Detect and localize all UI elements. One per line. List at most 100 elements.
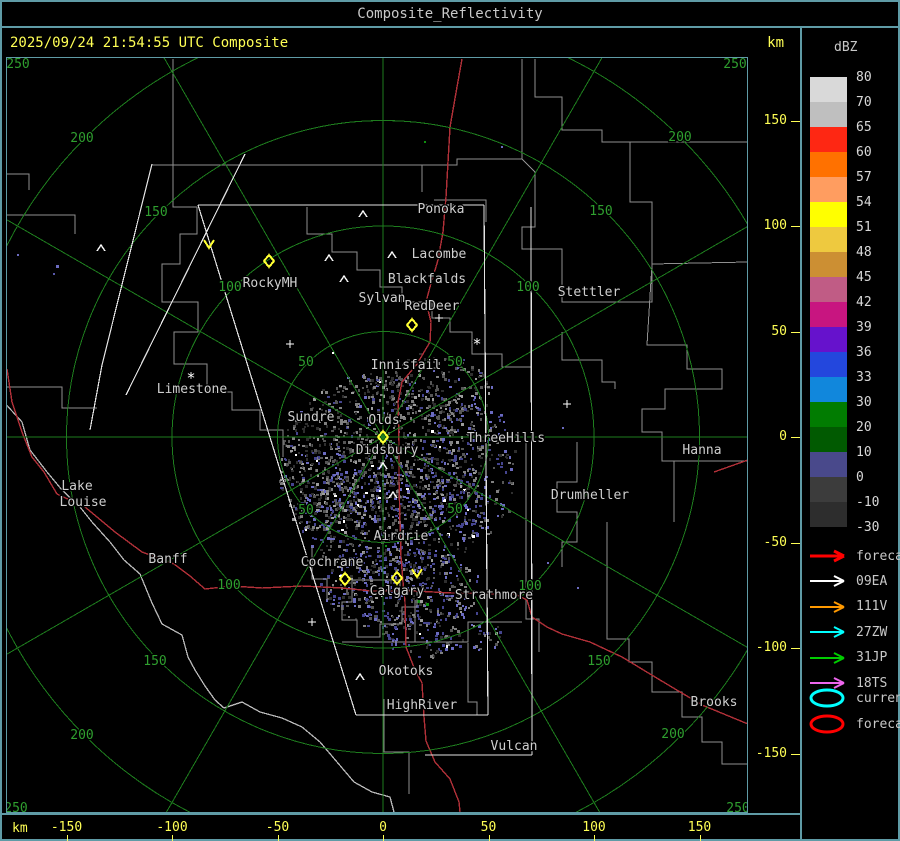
- colorbar-label: 20: [856, 420, 872, 435]
- colorbar-block: [810, 177, 847, 202]
- colorbar-block: [810, 452, 847, 477]
- city-label: Blackfalds: [388, 272, 466, 287]
- caret-marker-icon: [387, 250, 397, 259]
- bottom-axis-tick: [66, 835, 68, 841]
- legend-row: 31JP: [808, 648, 887, 668]
- colorbar-block: [810, 477, 847, 502]
- map-boundary-line: [525, 432, 540, 652]
- radar-site-diamond-icon: [405, 317, 419, 333]
- right-axis-tick: [791, 753, 800, 755]
- colorbar-label: 39: [856, 320, 872, 335]
- bottom-axis-tick: [383, 835, 384, 841]
- map-boundary-line: [641, 263, 747, 462]
- city-label: Lake: [61, 479, 92, 494]
- map-boundary-line: [152, 59, 523, 166]
- range-ring-label: 100: [218, 280, 241, 295]
- map-boundary-line: [383, 699, 410, 794]
- colorbar-block: [810, 202, 847, 227]
- title-bar: Composite_Reflectivity: [2, 2, 898, 28]
- city-label: Olds: [368, 413, 399, 428]
- city-label: Louise: [60, 495, 107, 510]
- colorbar-block: [810, 102, 847, 127]
- city-label: HighRiver: [387, 698, 458, 713]
- city-label: Banff: [148, 552, 187, 567]
- right-axis-tick-label: -50: [763, 534, 787, 550]
- right-axis-tick: [791, 437, 800, 438]
- colorbar-label: 60: [856, 145, 872, 160]
- legend-arrow-icon: [810, 651, 845, 664]
- city-label: Cochrane: [301, 555, 364, 570]
- bottom-axis-tick: [277, 835, 279, 841]
- range-ring-label: 100: [516, 280, 539, 295]
- legend-row: 111V: [808, 597, 887, 617]
- city-label: Lacombe: [412, 247, 467, 262]
- map-header: 2025/09/24 21:54:55 UTC Composite km: [2, 28, 800, 57]
- range-ring-label: 150: [589, 204, 612, 219]
- colorbar-block: [810, 152, 847, 177]
- map-boundary-line: [521, 158, 747, 303]
- city-label: RedDeer: [405, 299, 460, 314]
- bottom-axis-tick: [488, 835, 490, 841]
- bottom-axis-unit: km: [12, 821, 28, 836]
- colorbar-block: [810, 227, 847, 252]
- city-label: Sundre: [288, 410, 335, 425]
- legend-label: 27ZW: [856, 624, 888, 640]
- colorbar-label: 80: [856, 70, 872, 85]
- map-boundary-line: [561, 332, 616, 389]
- colorbar-label: 0: [856, 470, 864, 485]
- right-axis-tick-label: 100: [763, 218, 787, 233]
- range-ring-label: 250: [723, 57, 746, 72]
- asterisk-marker-icon: *: [186, 369, 195, 387]
- bottom-axis-tick: [172, 835, 173, 841]
- colorbar-block: [810, 427, 847, 452]
- legend-arrow-icon: [810, 549, 845, 563]
- legend-arrow-icon: [810, 575, 845, 588]
- right-axis-tick: [791, 648, 800, 649]
- legend-ellipse-icon: [809, 688, 845, 708]
- city-label: Brooks: [691, 695, 738, 710]
- city-label: Didsbury: [356, 443, 419, 458]
- legend-label: 111V: [856, 599, 888, 615]
- colorbar-block: [810, 502, 847, 527]
- city-label: RockyMH: [243, 276, 298, 291]
- range-ring-label: 250: [6, 801, 28, 813]
- city-label: Airdrie: [374, 529, 429, 544]
- range-ring-label: 150: [587, 654, 610, 669]
- map-boundary-line: [306, 207, 532, 368]
- caret-marker-icon: [358, 209, 368, 218]
- right-axis-tick-label: -150: [755, 745, 787, 761]
- city-label: Sylvan: [359, 291, 406, 306]
- colorbar-title: dBZ: [834, 40, 858, 55]
- legend-ellipse-icon: [809, 714, 845, 734]
- right-axis-unit: km: [767, 35, 784, 51]
- radar-map[interactable]: 50 50 50 50 100 100 100 100 150 150 150 150 200 200 20…: [6, 57, 748, 813]
- colorbar-block: [810, 277, 847, 302]
- range-ring-label: 200: [661, 727, 684, 742]
- colorbar-label: 36: [856, 345, 872, 360]
- legend-label: forecast: [856, 716, 900, 732]
- city-label: Stettler: [558, 285, 621, 300]
- colorbar-label: 45: [856, 270, 872, 285]
- bottom-axis-tick-label: -50: [265, 820, 290, 835]
- right-axis-tick: [791, 226, 800, 227]
- colorbar-label: 54: [856, 195, 872, 210]
- map-boundary-line: [7, 173, 30, 190]
- map-boundary-line: [534, 59, 747, 143]
- colorbar-label: -10: [856, 495, 880, 510]
- colorbar-block: [810, 377, 847, 402]
- legend-arrow-icon: [810, 600, 845, 613]
- legend-row: forecast: [808, 546, 900, 566]
- radar-map-canvas[interactable]: 50 5050 50100 100100 100150 150150 150200 20020…: [6, 57, 748, 813]
- colorbar-block: [810, 352, 847, 377]
- range-ring-label: 50: [298, 503, 314, 518]
- colorbar-pane: dBZ 80 70 65 60 57 54 51 48 45 42 39 36 33 30 20 10 0 -10…: [802, 28, 900, 839]
- range-ring-label: 250: [726, 801, 748, 813]
- bottom-axis-tick-label: 150: [687, 820, 712, 835]
- range-ring-label: 50: [298, 355, 314, 370]
- map-boundary-line: [7, 214, 76, 234]
- right-axis-tick: [791, 120, 800, 122]
- colorbar-block: [810, 327, 847, 352]
- plus-marker-icon: [435, 314, 443, 322]
- colorbar-label: -30: [856, 520, 880, 535]
- colorbar-label: 30: [856, 395, 872, 410]
